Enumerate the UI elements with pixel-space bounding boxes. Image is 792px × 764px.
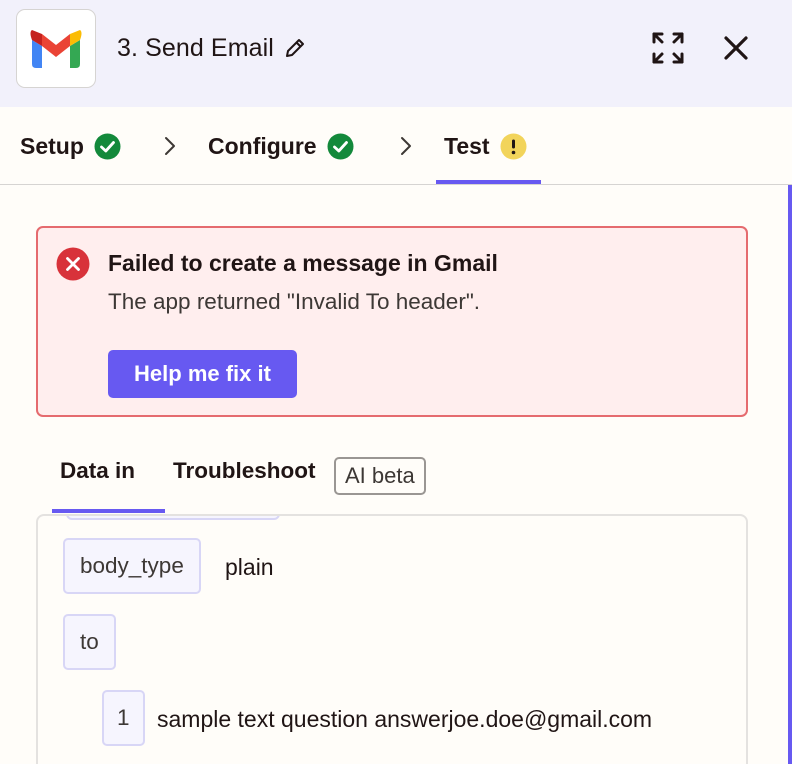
gmail-logo-icon (16, 9, 96, 88)
step-test[interactable]: Test (444, 107, 527, 185)
list-index: 1 (102, 690, 145, 746)
field-value: sample text question answerjoe.doe@gmail… (157, 706, 653, 732)
field-key: to (63, 614, 116, 670)
alert-title: Failed to create a message in Gmail (108, 250, 498, 276)
data-tabs: Data in Troubleshoot AI beta (36, 450, 748, 515)
check-circle-icon (94, 133, 121, 160)
step-label: Test (444, 132, 490, 159)
step-title: 3. Send Email (117, 33, 274, 62)
step-setup[interactable]: Setup (20, 107, 121, 185)
chevron-right-icon (396, 134, 416, 158)
warning-circle-icon (500, 133, 527, 160)
expand-icon[interactable] (648, 28, 688, 68)
field-key: body_type (63, 538, 201, 594)
scrollbar[interactable] (788, 185, 792, 764)
error-alert: Failed to create a message in Gmail The … (36, 226, 748, 417)
chevron-right-icon (160, 134, 180, 158)
error-circle-icon (56, 247, 90, 281)
data-in-panel: body_type plain to 1 sample text questio… (36, 514, 748, 764)
ai-beta-badge: AI beta (334, 457, 426, 495)
step-label: Configure (208, 132, 317, 159)
pencil-icon[interactable] (282, 35, 308, 61)
tab-troubleshoot[interactable]: Troubleshoot (173, 458, 316, 484)
step-configure[interactable]: Configure (208, 107, 354, 185)
tab-data-in[interactable]: Data in (60, 458, 135, 484)
active-tab-indicator (52, 509, 165, 513)
step-label: Setup (20, 132, 84, 159)
alert-message: The app returned "Invalid To header". (108, 289, 481, 314)
help-me-fix-button[interactable]: Help me fix it (108, 350, 297, 398)
step-navigation: Setup Configure Test (0, 107, 792, 185)
step-title-group: 3. Send Email (117, 30, 308, 66)
field-value: plain (225, 554, 274, 580)
panel-header: 3. Send Email (0, 0, 792, 107)
close-icon[interactable] (717, 29, 755, 67)
check-circle-icon (327, 133, 354, 160)
clipped-key-chip (66, 516, 280, 520)
active-step-indicator (436, 180, 541, 184)
